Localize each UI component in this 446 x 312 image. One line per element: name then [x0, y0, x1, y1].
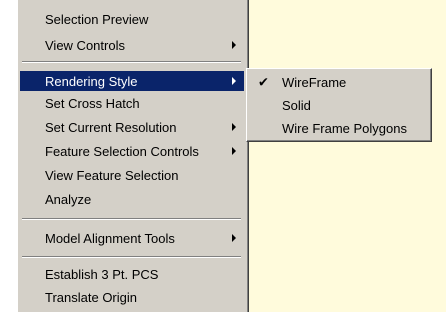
menu-item-view-controls[interactable]: View Controls	[20, 35, 244, 55]
checkmark-icon: ✔	[258, 74, 269, 90]
menu-item-label: Set Current Resolution	[45, 119, 177, 135]
submenu-arrow-icon	[232, 234, 236, 242]
submenu-item-label: Solid	[282, 97, 311, 113]
menu-item-label: View Feature Selection	[45, 167, 179, 183]
menu-item-rendering-style[interactable]: Rendering Style	[20, 71, 244, 91]
submenu-item-wire-frame-polygons[interactable]: Wire Frame Polygons	[249, 118, 428, 138]
menu-item-view-feature-selection[interactable]: View Feature Selection	[20, 165, 244, 185]
menu-item-label: Set Cross Hatch	[45, 95, 140, 111]
menu-item-label: Selection Preview	[45, 11, 149, 27]
menu-separator	[22, 218, 241, 220]
menu-item-set-cross-hatch[interactable]: Set Cross Hatch	[20, 93, 244, 113]
menu-item-label: View Controls	[45, 37, 125, 53]
screen: Selection Preview View Controls Renderin…	[0, 0, 446, 312]
submenu-arrow-icon	[232, 41, 236, 49]
rendering-style-submenu: ✔ WireFrame Solid Wire Frame Polygons	[246, 68, 432, 142]
menu-item-label: Model Alignment Tools	[45, 230, 175, 246]
submenu-item-wireframe[interactable]: ✔ WireFrame	[249, 72, 428, 92]
menu-item-set-current-resolution[interactable]: Set Current Resolution	[20, 117, 244, 137]
menu-separator	[22, 61, 241, 63]
menu-item-label: Translate Origin	[45, 289, 137, 305]
submenu-arrow-icon	[232, 147, 236, 155]
menu-item-selection-preview[interactable]: Selection Preview	[20, 9, 244, 29]
document-area	[246, 0, 446, 312]
menu-item-translate-origin[interactable]: Translate Origin	[20, 287, 244, 307]
menu-item-analyze[interactable]: Analyze	[20, 189, 244, 209]
menu-item-label: Rendering Style	[45, 73, 138, 89]
submenu-arrow-icon	[232, 77, 236, 85]
menu-item-label: Establish 3 Pt. PCS	[45, 266, 159, 282]
menu-item-model-alignment-tools[interactable]: Model Alignment Tools	[20, 228, 244, 248]
menu-item-establish-3pt-pcs[interactable]: Establish 3 Pt. PCS	[20, 264, 244, 284]
menu-item-feature-selection-controls[interactable]: Feature Selection Controls	[20, 141, 244, 161]
submenu-item-label: Wire Frame Polygons	[282, 120, 407, 136]
menu-item-label: Feature Selection Controls	[45, 143, 199, 159]
menu-separator	[22, 256, 241, 258]
submenu-arrow-icon	[232, 123, 236, 131]
submenu-item-solid[interactable]: Solid	[249, 95, 428, 115]
submenu-item-label: WireFrame	[282, 74, 347, 90]
context-menu: Selection Preview View Controls Renderin…	[17, 0, 249, 312]
menu-item-label: Analyze	[45, 191, 92, 207]
